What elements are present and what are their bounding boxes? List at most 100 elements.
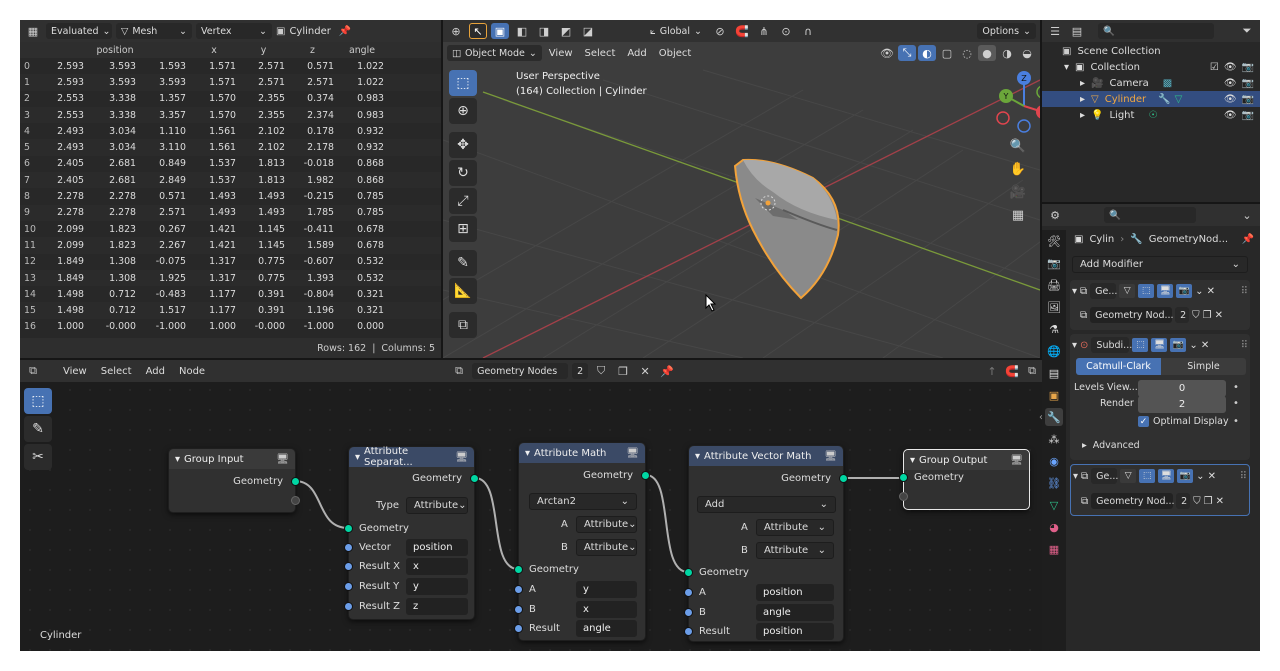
column-header-position[interactable]: position bbox=[44, 42, 192, 58]
monitor-icon[interactable]: 🖥 bbox=[626, 448, 639, 459]
eye-icon[interactable]: 👁 bbox=[1224, 94, 1237, 105]
input-socket-result[interactable] bbox=[684, 627, 693, 636]
expand-arrow-icon[interactable]: ▸ bbox=[1080, 94, 1085, 105]
input-socket-b[interactable] bbox=[684, 608, 693, 617]
collapse-arrow-icon[interactable]: ▾ bbox=[910, 455, 915, 466]
outliner-search-input[interactable]: 🔍 bbox=[1098, 23, 1214, 39]
group-output-node[interactable]: ▾ Group Output 🖥 Geometry bbox=[899, 449, 1030, 510]
editor-type-icon[interactable]: ⚙ bbox=[1046, 207, 1064, 223]
render-display-icon[interactable]: 📷 bbox=[1170, 338, 1187, 352]
result-x-field[interactable]: x bbox=[406, 558, 468, 575]
cylinder-object[interactable] bbox=[443, 20, 1040, 358]
expand-arrow-icon[interactable]: ▸ bbox=[1080, 78, 1085, 89]
input-socket-vector[interactable] bbox=[344, 543, 353, 552]
ortho-grid-icon[interactable]: ▦ bbox=[1009, 207, 1027, 223]
output-socket-geometry[interactable] bbox=[470, 474, 479, 483]
remove-modifier-icon[interactable]: ✕ bbox=[1201, 340, 1209, 351]
input-socket-geometry[interactable] bbox=[344, 524, 353, 533]
catmull-clark-button[interactable]: Catmull-Clark bbox=[1076, 358, 1161, 375]
3d-viewport[interactable]: ⊕ ↖ ▣ ◧ ◨ ◩ ◪ ⟀ Global ⌄ ⊘ 🧲 ⋔ ⊙ ∩ Options… bbox=[443, 20, 1040, 358]
drag-handle-icon[interactable]: ⠿ bbox=[1241, 340, 1248, 351]
pan-hand-icon[interactable]: ✋ bbox=[1009, 161, 1027, 177]
node-tree-browse-icon[interactable]: ⧉ bbox=[1080, 310, 1087, 321]
a-type-dropdown[interactable]: Attribute ⌄ bbox=[756, 519, 834, 536]
monitor-icon[interactable]: 🖥 bbox=[1010, 455, 1023, 466]
render-display-icon[interactable]: 📷 bbox=[1176, 284, 1193, 298]
render-camera-icon[interactable]: 📷 bbox=[1242, 110, 1254, 121]
view-layer-tab-icon[interactable]: 🖼 bbox=[1045, 298, 1063, 316]
selection-filter-icon[interactable]: ▣ bbox=[276, 26, 285, 37]
editor-type-icon[interactable]: ☰ bbox=[1046, 23, 1064, 39]
options-chevron-icon[interactable]: ⌄ bbox=[1238, 207, 1256, 223]
modifier-tab-icon[interactable]: 🔧 bbox=[1045, 408, 1063, 426]
drag-handle-icon[interactable]: ⠿ bbox=[1240, 471, 1247, 482]
input-socket-geometry[interactable] bbox=[684, 568, 693, 577]
node-tree-browse-icon[interactable]: ⧉ bbox=[1081, 496, 1088, 507]
duplicate-icon[interactable]: ❐ bbox=[1204, 496, 1213, 507]
filter-icon[interactable]: ⏷ bbox=[1238, 23, 1256, 39]
editmode-icon[interactable]: ⬚ bbox=[1132, 338, 1149, 352]
outliner-item-collection[interactable]: ▾ ▣ Collection ☑ 👁 📷 bbox=[1042, 59, 1260, 75]
data-tab-icon[interactable]: ▽ bbox=[1045, 496, 1063, 514]
output-socket-empty[interactable] bbox=[291, 496, 300, 505]
input-socket-geometry[interactable] bbox=[514, 565, 523, 574]
collapse-arrow-icon[interactable]: ▾ bbox=[175, 454, 180, 465]
column-header-angle[interactable]: angle bbox=[340, 42, 390, 58]
input-socket-a[interactable] bbox=[514, 585, 523, 594]
attribute-separate-node[interactable]: ▾ Attribute Separat... 🖥 Geometry Type Att… bbox=[344, 446, 479, 620]
node-tree-field[interactable]: Geometry Nod... bbox=[1090, 307, 1174, 323]
properties-search-input[interactable]: 🔍 bbox=[1104, 207, 1196, 223]
keyframe-dot-icon[interactable]: • bbox=[1233, 416, 1239, 427]
camera-view-icon[interactable]: 🎥 bbox=[1009, 184, 1027, 200]
monitor-icon[interactable]: 🖥 bbox=[276, 454, 289, 465]
editmode-icon[interactable]: ⬚ bbox=[1139, 469, 1156, 483]
modifier-name-field[interactable]: Subdi... bbox=[1091, 337, 1132, 353]
domain-dropdown[interactable]: ▽ Mesh ⌄ bbox=[116, 23, 192, 39]
monitor-icon[interactable]: 🖥 bbox=[824, 451, 837, 462]
render-display-icon[interactable]: 📷 bbox=[1177, 469, 1194, 483]
b-field[interactable]: x bbox=[576, 601, 637, 618]
operation-dropdown[interactable]: Arctan2 ⌄ bbox=[529, 493, 637, 510]
render-tab-icon[interactable]: 📷 bbox=[1045, 254, 1063, 272]
physics-tab-icon[interactable]: ◉ bbox=[1045, 452, 1063, 470]
input-socket-result-z[interactable] bbox=[344, 602, 353, 611]
eye-icon[interactable]: 👁 bbox=[1224, 62, 1237, 73]
input-socket-empty[interactable] bbox=[899, 492, 908, 501]
expand-arrow-icon[interactable]: ▾ bbox=[1064, 62, 1069, 73]
collection-tab-icon[interactable]: ▤ bbox=[1045, 364, 1063, 382]
input-socket-geometry[interactable] bbox=[899, 473, 908, 482]
constraints-tab-icon[interactable]: ⛓ bbox=[1045, 474, 1063, 492]
operation-dropdown[interactable]: Add ⌄ bbox=[697, 496, 836, 513]
input-socket-result-y[interactable] bbox=[344, 582, 353, 591]
outliner-item-camera[interactable]: ▸ 🎥 Camera ▩ 👁 📷 bbox=[1042, 75, 1260, 91]
node-tree-users[interactable]: 2 bbox=[1175, 307, 1190, 323]
display-mode-icon[interactable]: ▤ bbox=[1068, 23, 1086, 39]
outliner-item-cylinder[interactable]: ▸ ▽ Cylinder 🔧 ▽ 👁 📷 bbox=[1042, 91, 1260, 107]
collapse-arrow-icon[interactable]: ▾ bbox=[355, 452, 360, 463]
fake-user-icon[interactable]: ⛉ bbox=[1192, 310, 1200, 321]
texture-tab-icon[interactable]: ▦ bbox=[1045, 540, 1063, 558]
editor-type-icon[interactable]: ▦ bbox=[24, 23, 42, 39]
remove-modifier-icon[interactable]: ✕ bbox=[1207, 286, 1215, 297]
world-tab-icon[interactable]: 🌐 bbox=[1045, 342, 1063, 360]
drag-handle-icon[interactable]: ⠿ bbox=[1241, 286, 1248, 297]
input-socket-a[interactable] bbox=[684, 588, 693, 597]
advanced-subpanel[interactable]: ▸ Advanced bbox=[1082, 440, 1140, 451]
node-tree-users[interactable]: 2 bbox=[1176, 493, 1191, 509]
input-socket-b[interactable] bbox=[514, 605, 523, 614]
optimal-display-checkbox[interactable]: ✓ bbox=[1138, 416, 1149, 427]
collapse-arrow-icon[interactable]: ▾ bbox=[695, 451, 700, 462]
viewport-display-icon[interactable]: 🖥 bbox=[1157, 284, 1174, 298]
modifier-name-field[interactable]: Ge... bbox=[1091, 468, 1118, 484]
remove-modifier-icon[interactable]: ✕ bbox=[1208, 471, 1216, 482]
evaluation-dropdown[interactable]: Evaluated ⌄ bbox=[46, 23, 112, 39]
column-header-x[interactable]: x bbox=[192, 42, 242, 58]
collapse-arrow-icon[interactable]: ▾ bbox=[1072, 286, 1077, 297]
duplicate-icon[interactable]: ❐ bbox=[1203, 310, 1212, 321]
edit-mode-toggle-icon[interactable]: ▽ bbox=[1120, 469, 1137, 483]
navigation-gizmo[interactable]: Z X Y bbox=[991, 66, 1040, 146]
output-socket-geometry[interactable] bbox=[839, 474, 848, 483]
monitor-icon[interactable]: 🖥 bbox=[455, 452, 468, 463]
exclude-checkbox-icon[interactable]: ☑ bbox=[1210, 62, 1219, 73]
a-field[interactable]: y bbox=[576, 581, 637, 598]
